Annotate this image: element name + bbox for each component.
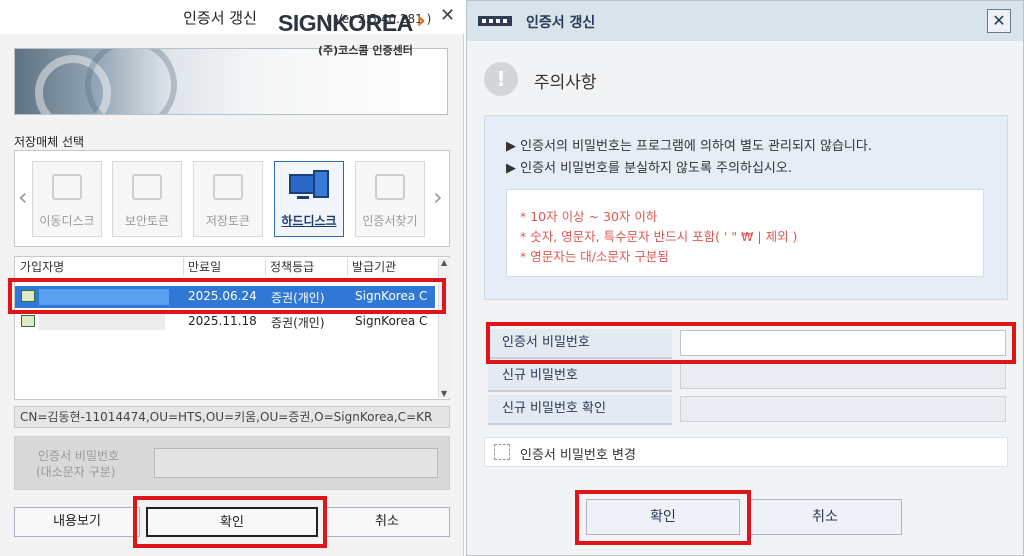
warning-icon: !	[484, 62, 518, 96]
current-password-label: 인증서 비밀번호	[488, 329, 672, 359]
redacted-name	[39, 289, 169, 305]
column-header-issuer[interactable]: 발급기관	[348, 258, 438, 276]
password-label: 인증서 비밀번호	[38, 449, 120, 463]
expiry-cell: 2025.11.18	[188, 314, 257, 328]
change-password-checkbox[interactable]	[494, 444, 510, 460]
right-cancel-button[interactable]: 취소	[748, 499, 902, 535]
password-rule: * 숫자, 영문자, 특수문자 반드시 포함( ' " ₩ | 제외 )	[520, 229, 798, 244]
view-details-button[interactable]: 내용보기	[14, 507, 140, 537]
right-close-icon[interactable]: ✕	[987, 9, 1011, 33]
password-rule: * 10자 이상 ~ 30자 이하	[520, 209, 658, 224]
find-certificate-icon	[375, 174, 405, 200]
issuer-cell: SignKorea C	[355, 314, 428, 328]
storage-token-icon	[213, 174, 243, 200]
policy-cell: 증권(개인)	[271, 291, 325, 305]
left-close-icon[interactable]: ✕	[440, 5, 455, 26]
left-cancel-button[interactable]: 취소	[324, 507, 450, 537]
column-header-policy[interactable]: 정책등급	[266, 258, 348, 276]
confirm-password-input[interactable]	[680, 396, 1006, 422]
notice-line: ▶ 인증서 비밀번호를 분실하지 않도록 주의하십시오.	[506, 161, 792, 176]
card-icon	[478, 16, 512, 26]
media-security-token[interactable]: 보안토큰	[112, 161, 182, 237]
media-label: 이동디스크	[39, 214, 95, 228]
media-hard-disk[interactable]: 하드디스크	[274, 161, 344, 237]
change-password-label[interactable]: 인증서 비밀번호 변경	[520, 444, 636, 463]
security-token-icon	[132, 174, 162, 200]
media-find-certificate[interactable]: 인증서찾기	[355, 161, 425, 237]
notice-line: ▶ 인증서의 비밀번호는 프로그램에 의하여 별도 관리되지 않습니다.	[506, 139, 872, 154]
redacted-name	[39, 314, 165, 330]
storage-media-label: 저장매체 선택	[14, 135, 85, 149]
media-removable-disk[interactable]: 이동디스크	[32, 161, 102, 237]
new-password-input[interactable]	[680, 363, 1006, 389]
media-next-icon[interactable]: ›	[433, 183, 443, 211]
issuer-cell: SignKorea C	[355, 289, 428, 303]
hard-disk-tower-icon	[313, 170, 329, 198]
media-storage-token[interactable]: 저장토큰	[193, 161, 263, 237]
left-dialog-title: 인증서 갱신	[183, 9, 257, 27]
monitor-stand	[297, 196, 309, 199]
right-ok-button[interactable]: 확인	[586, 499, 740, 535]
left-ok-button[interactable]: 확인	[146, 507, 318, 537]
certificate-icon	[21, 290, 35, 302]
media-label: 보안토큰	[124, 214, 170, 228]
certificate-icon	[21, 315, 35, 327]
column-header-expiry[interactable]: 만료일	[184, 258, 266, 276]
table-scrollbar[interactable]: ▲ ▼	[438, 258, 450, 398]
media-prev-icon[interactable]: ‹	[18, 183, 28, 211]
table-row[interactable]: 2025.06.24 증권(개인) SignKorea C	[15, 286, 435, 308]
table-row[interactable]: 2025.11.18 증권(개인) SignKorea C	[15, 311, 435, 333]
signkorea-logo: SIGNKOREA	[278, 10, 413, 36]
column-header-subscriber[interactable]: 가입자명	[16, 258, 184, 276]
password-rule: * 영문자는 대/소문자 구분됨	[520, 249, 669, 264]
scroll-up-icon[interactable]: ▲	[441, 258, 447, 267]
media-label: 인증서찾기	[362, 214, 418, 228]
current-password-input[interactable]	[680, 330, 1006, 356]
confirm-password-label: 신규 비밀번호 확인	[488, 395, 672, 425]
signkorea-banner	[14, 48, 448, 115]
certificate-dn-field: CN=김동현-11014474,OU=HTS,OU=키움,OU=증권,O=Sig…	[14, 406, 450, 428]
media-label: 저장토큰	[205, 214, 251, 228]
banner-decoration	[85, 49, 177, 114]
expiry-cell: 2025.06.24	[188, 289, 257, 303]
password-case-label: (대소문자 구분)	[36, 465, 116, 479]
logo-arrow-icon: ›	[416, 6, 426, 34]
usb-drive-icon	[52, 174, 82, 200]
certificate-password-input[interactable]	[154, 448, 438, 478]
scroll-down-icon[interactable]: ▼	[441, 389, 447, 398]
right-dialog-title: 인증서 갱신	[526, 15, 596, 31]
policy-cell: 증권(개인)	[271, 316, 325, 330]
new-password-label: 신규 비밀번호	[488, 362, 672, 392]
logo-subtitle: (주)코스콤 인증센터	[318, 44, 413, 57]
media-label: 하드디스크	[281, 214, 337, 228]
notice-title: 주의사항	[534, 73, 597, 93]
